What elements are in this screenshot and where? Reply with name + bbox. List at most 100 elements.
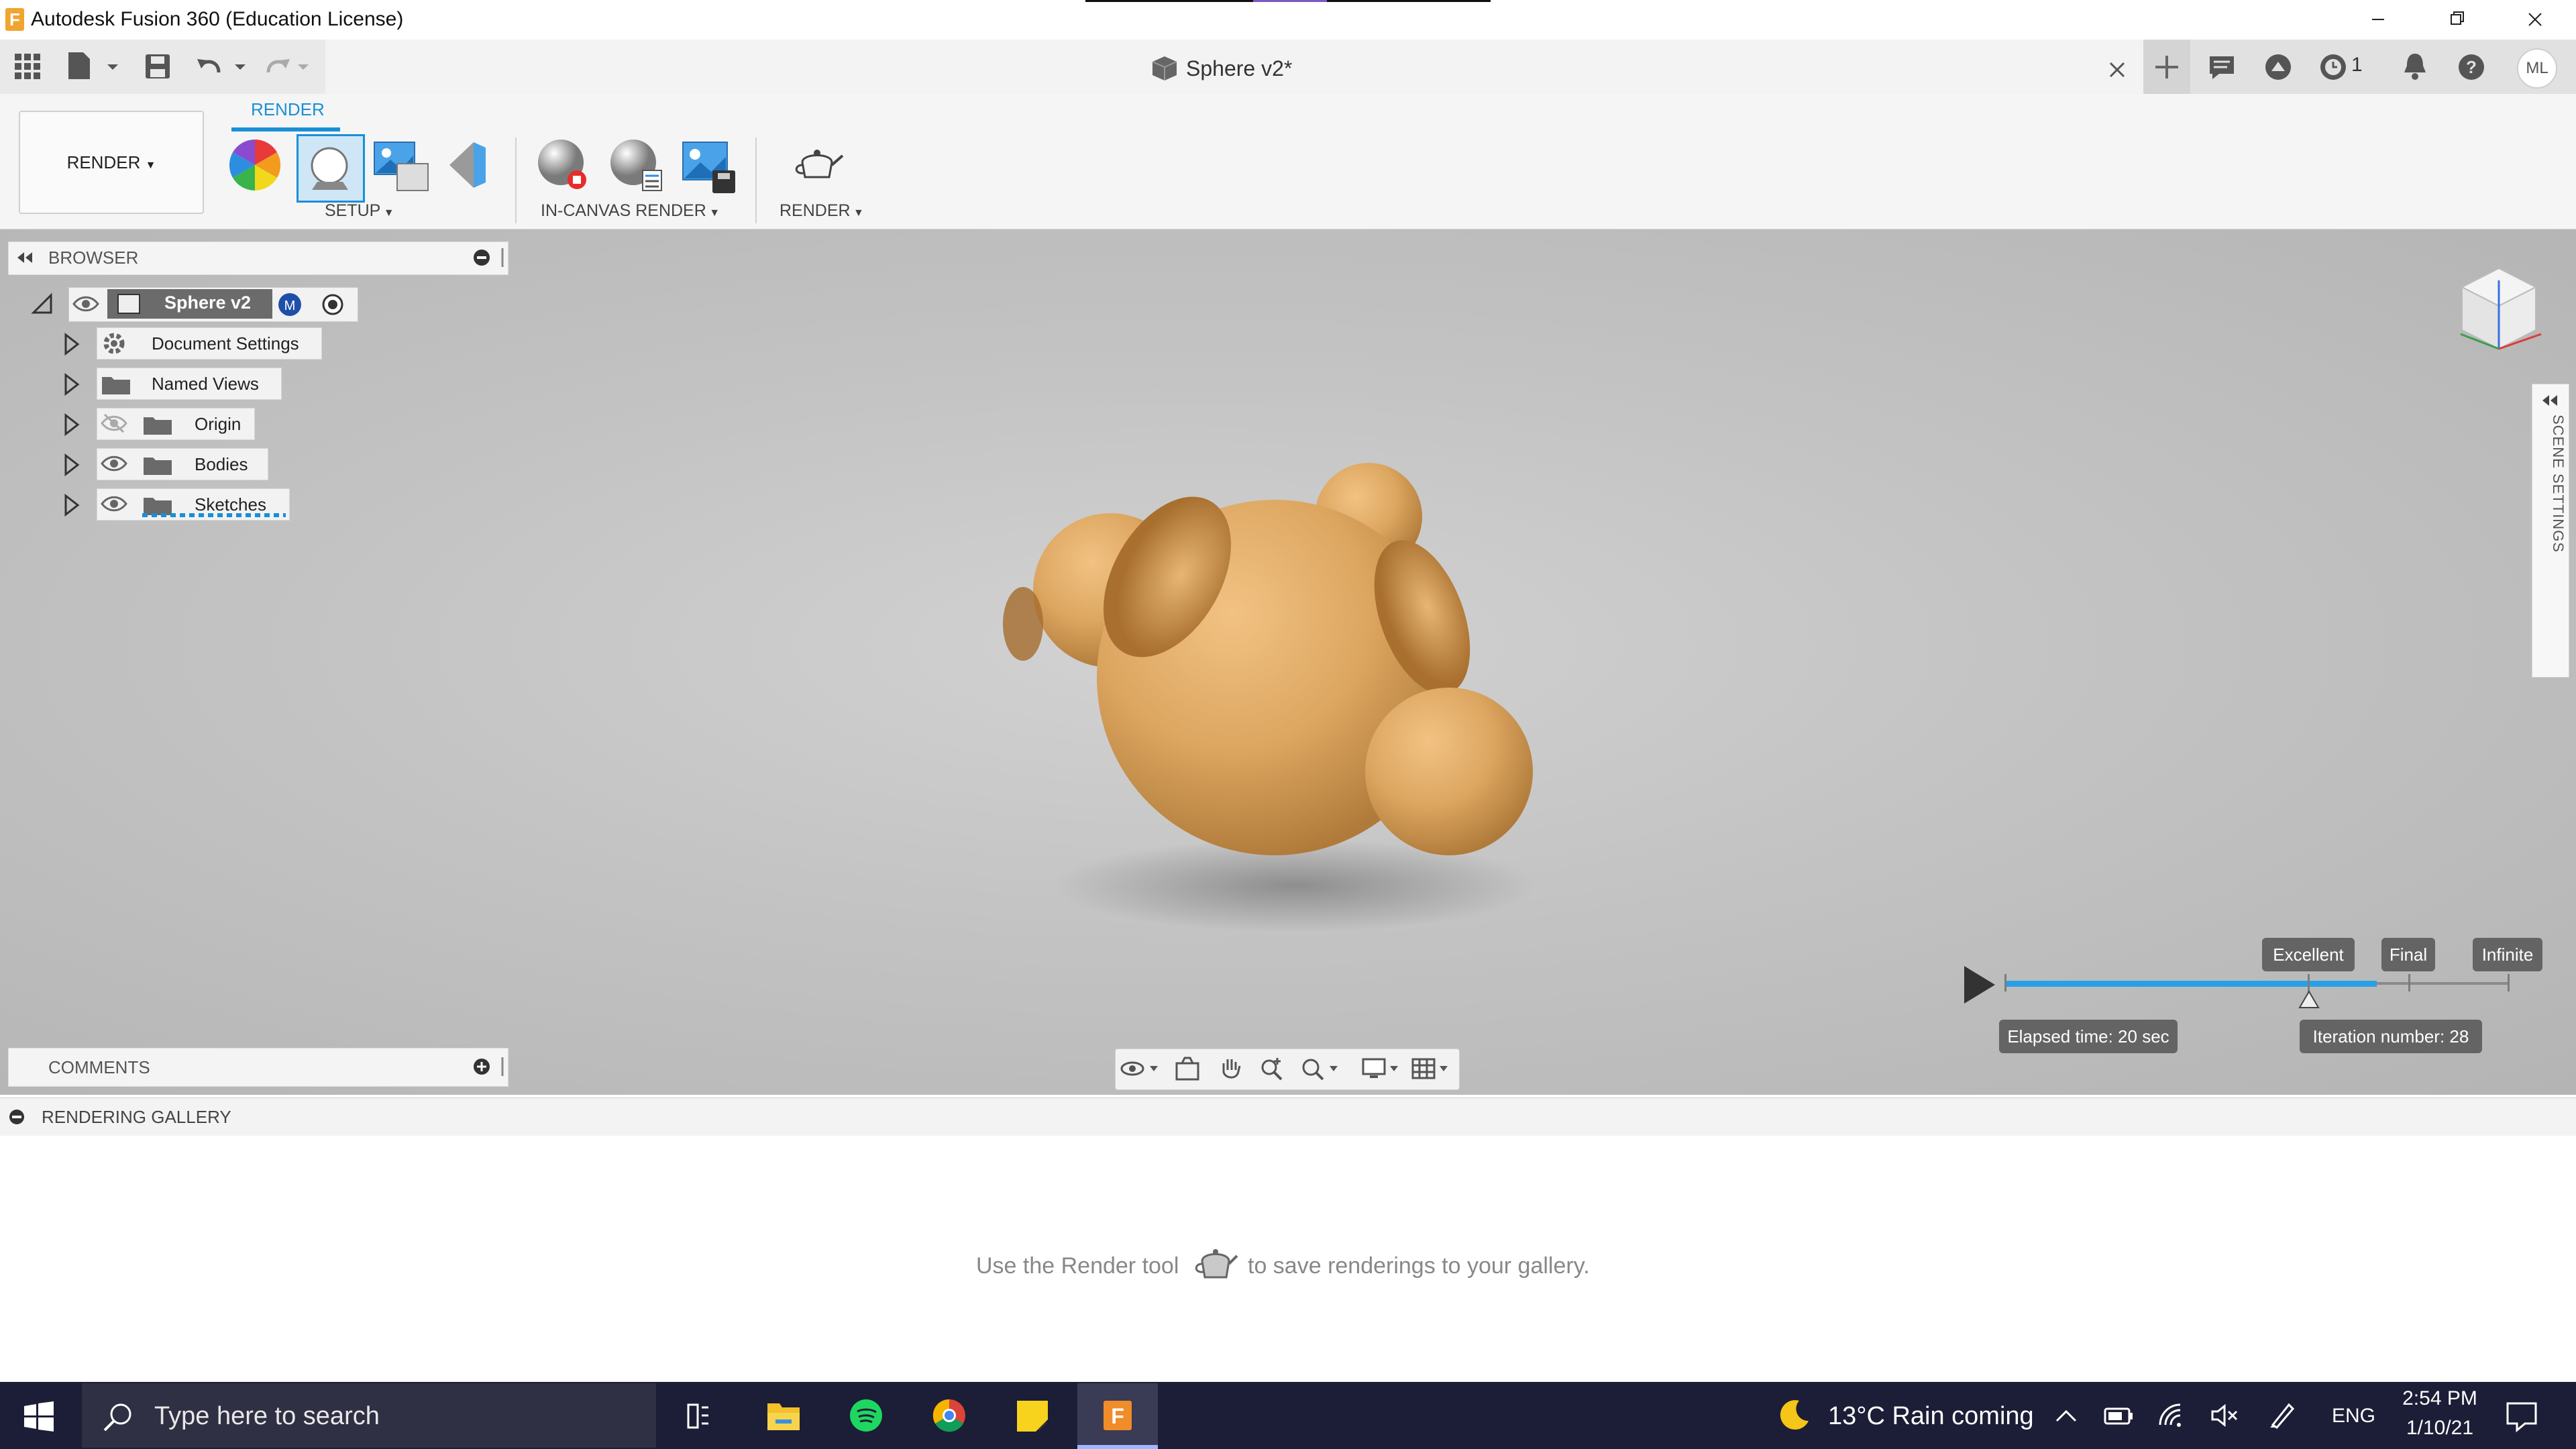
panel-pin-handle[interactable] bbox=[499, 247, 506, 268]
gear-icon bbox=[101, 330, 127, 357]
panel-pin-handle[interactable] bbox=[499, 1056, 506, 1077]
collapse-root-icon[interactable] bbox=[31, 292, 54, 315]
battery-icon[interactable] bbox=[2104, 1402, 2135, 1429]
file-explorer-icon[interactable] bbox=[743, 1383, 822, 1448]
stop-render-icon[interactable] bbox=[534, 136, 593, 195]
group-label-setup[interactable]: SETUP ▼ bbox=[325, 201, 394, 221]
help-icon[interactable]: ? bbox=[2457, 52, 2486, 82]
eye-hidden-icon[interactable] bbox=[101, 412, 127, 435]
job-status-count: 1 bbox=[2351, 54, 2363, 76]
activate-radio-icon[interactable] bbox=[319, 291, 346, 318]
capture-image-icon[interactable] bbox=[679, 136, 738, 195]
new-tab-button[interactable] bbox=[2143, 40, 2190, 94]
expand-scene-settings-icon[interactable] bbox=[2540, 393, 2560, 408]
sketch-dashed-underline bbox=[142, 513, 286, 517]
comments-toggle-icon[interactable] bbox=[2207, 52, 2237, 82]
quality-infinite-button[interactable]: Infinite bbox=[2473, 938, 2542, 971]
sticky-notes-icon[interactable] bbox=[993, 1383, 1072, 1448]
window-title: Autodesk Fusion 360 (Education License) bbox=[31, 8, 404, 30]
pan-hand-icon[interactable] bbox=[1217, 1055, 1244, 1082]
browser-item-label: Bodies bbox=[195, 454, 248, 474]
close-icon[interactable] bbox=[2505, 3, 2565, 36]
eye-icon[interactable] bbox=[101, 452, 127, 475]
volume-muted-icon[interactable] bbox=[2210, 1402, 2241, 1429]
file-menu-icon[interactable] bbox=[66, 51, 119, 80]
render-progress-fill bbox=[2004, 981, 2377, 987]
action-center-icon[interactable] bbox=[2505, 1399, 2538, 1433]
wifi-icon[interactable] bbox=[2157, 1402, 2188, 1429]
extensions-icon[interactable] bbox=[2263, 52, 2293, 82]
clock-time[interactable]: 2:54 PM bbox=[2396, 1387, 2483, 1410]
minimize-panel-icon[interactable] bbox=[472, 248, 491, 267]
expand-named-views-icon[interactable] bbox=[62, 373, 82, 396]
weather-text[interactable]: 13°C Rain coming bbox=[1828, 1402, 2034, 1431]
group-label-in-canvas-render[interactable]: IN-CANVAS RENDER ▼ bbox=[541, 201, 720, 221]
quality-final-button[interactable]: Final bbox=[2381, 938, 2435, 971]
clock-date[interactable]: 1/10/21 bbox=[2396, 1417, 2483, 1440]
expand-document-settings-icon[interactable] bbox=[62, 333, 82, 356]
progress-tick bbox=[2004, 974, 2006, 991]
expand-bodies-icon[interactable] bbox=[62, 453, 82, 476]
chevron-up-icon[interactable] bbox=[2053, 1403, 2080, 1428]
view-cube[interactable] bbox=[2449, 260, 2549, 368]
minimize-icon[interactable] bbox=[2348, 3, 2408, 36]
collapse-gallery-icon[interactable] bbox=[8, 1108, 25, 1126]
task-view-icon[interactable] bbox=[657, 1383, 737, 1448]
progress-tick-final bbox=[2408, 974, 2410, 991]
user-avatar[interactable]: ML bbox=[2517, 48, 2557, 89]
look-at-icon[interactable] bbox=[1174, 1055, 1201, 1082]
spotify-icon[interactable] bbox=[826, 1383, 906, 1448]
fit-zoom-icon[interactable] bbox=[1300, 1055, 1343, 1082]
progress-marker-icon[interactable] bbox=[2298, 990, 2320, 1009]
eye-icon[interactable] bbox=[101, 492, 127, 515]
eye-icon[interactable] bbox=[72, 292, 99, 315]
navigation-toolbar bbox=[1115, 1049, 1460, 1090]
job-status-icon[interactable] bbox=[2318, 52, 2348, 82]
user-badge-icon: M bbox=[276, 291, 303, 318]
group-label-render[interactable]: RENDER ▼ bbox=[780, 201, 864, 221]
fusion-360-icon[interactable]: F bbox=[1078, 1383, 1157, 1448]
rendering-gallery-header[interactable] bbox=[0, 1097, 2576, 1136]
grid-settings-icon[interactable] bbox=[1410, 1055, 1453, 1082]
folder-icon bbox=[142, 453, 173, 476]
texture-map-icon[interactable] bbox=[372, 136, 431, 195]
orbit-icon[interactable] bbox=[1119, 1055, 1162, 1082]
redo-icon[interactable] bbox=[264, 52, 318, 80]
expand-sketches-icon[interactable] bbox=[62, 494, 82, 517]
tab-render[interactable]: RENDER bbox=[251, 99, 325, 120]
zoom-icon[interactable] bbox=[1258, 1055, 1285, 1082]
pen-workspace-icon[interactable] bbox=[2267, 1401, 2298, 1430]
folder-icon bbox=[101, 373, 131, 396]
weather-moon-icon[interactable] bbox=[1776, 1397, 1813, 1433]
gallery-hint-text: Use the Render tool bbox=[976, 1253, 1179, 1279]
display-settings-icon[interactable] bbox=[1360, 1055, 1403, 1082]
render-settings-icon[interactable] bbox=[444, 136, 503, 195]
quality-excellent-button[interactable]: Excellent bbox=[2262, 938, 2355, 971]
progress-tick-excellent bbox=[2308, 974, 2310, 991]
save-icon[interactable] bbox=[144, 52, 172, 80]
svg-text:M: M bbox=[284, 299, 296, 313]
workspace-switcher[interactable]: RENDER ▼ bbox=[19, 111, 204, 214]
notifications-bell-icon[interactable] bbox=[2400, 51, 2430, 82]
active-tab-indicator bbox=[231, 127, 340, 131]
collapse-browser-icon[interactable] bbox=[15, 250, 35, 266]
play-render-icon[interactable] bbox=[1960, 963, 1998, 1006]
restore-icon[interactable] bbox=[2426, 3, 2486, 36]
expand-origin-icon[interactable] bbox=[62, 413, 82, 436]
input-language[interactable]: ENG bbox=[2332, 1405, 2375, 1428]
in-canvas-settings-icon[interactable] bbox=[606, 136, 665, 195]
svg-text:F: F bbox=[1111, 1404, 1124, 1428]
data-panel-grid-icon[interactable] bbox=[13, 52, 42, 80]
scene-settings-icon[interactable] bbox=[225, 136, 284, 195]
rendering-gallery-title: RENDERING GALLERY bbox=[42, 1107, 231, 1127]
windows-start-icon[interactable] bbox=[23, 1401, 55, 1433]
close-tab-icon[interactable] bbox=[2104, 56, 2131, 83]
chrome-icon[interactable] bbox=[910, 1383, 989, 1448]
appearance-icon[interactable] bbox=[297, 134, 365, 203]
add-comment-icon[interactable] bbox=[472, 1057, 491, 1076]
chevron-down-icon: ▼ bbox=[145, 160, 156, 171]
render-teapot-icon[interactable] bbox=[789, 136, 848, 195]
undo-icon[interactable] bbox=[196, 52, 250, 80]
document-tab-title: Sphere v2* bbox=[1186, 56, 1293, 80]
folder-icon bbox=[142, 413, 173, 436]
